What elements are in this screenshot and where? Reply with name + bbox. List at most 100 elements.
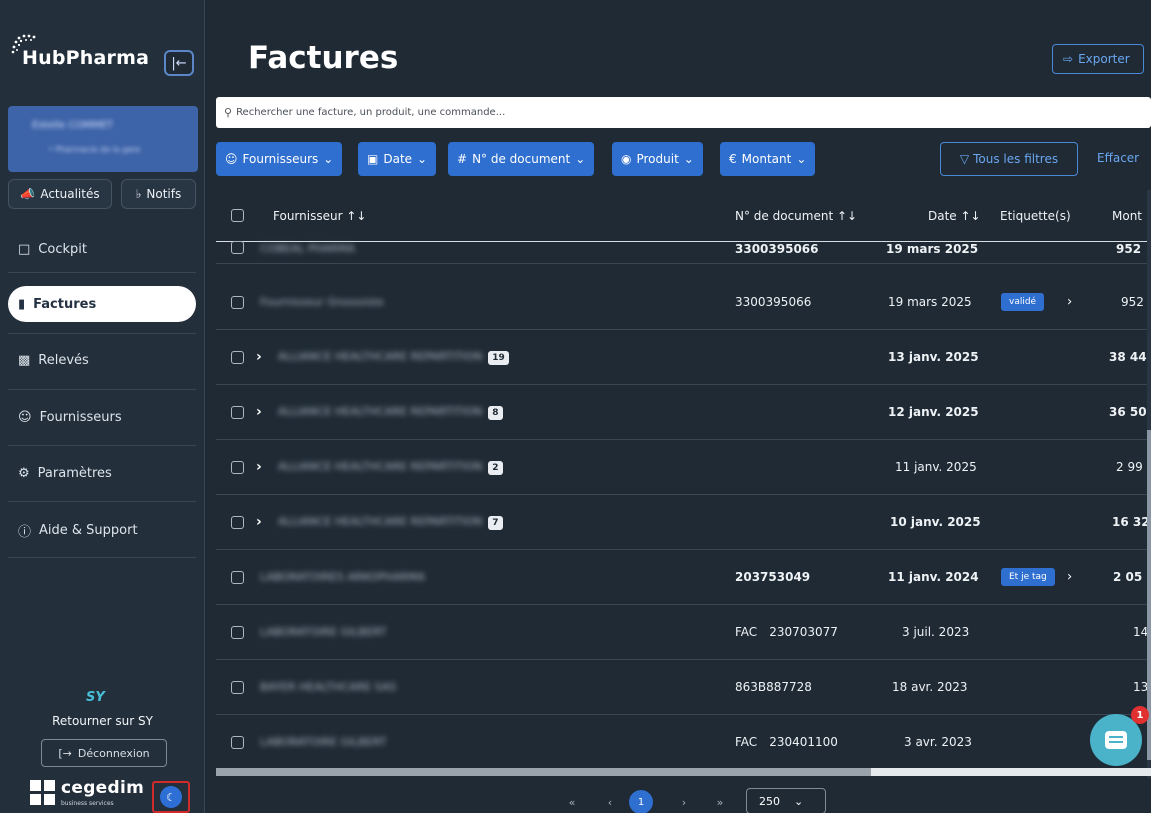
collapse-icon: |← <box>171 55 187 71</box>
search-input[interactable] <box>236 107 937 118</box>
all-filters-button[interactable]: ▽ Tous les filtres <box>940 142 1078 176</box>
invoice-amount: 952 <box>1121 295 1144 309</box>
clipboard-icon: ▩ <box>18 352 31 368</box>
sidebar-item-label: Relevés <box>38 352 89 368</box>
page-size-select[interactable]: 250 ⌄ <box>746 788 826 813</box>
clear-filters-link[interactable]: Effacer <box>1097 151 1139 165</box>
row-checkbox[interactable] <box>231 296 244 309</box>
horizontal-scroll-thumb[interactable] <box>216 768 871 776</box>
calendar-icon: ▣ <box>367 152 379 166</box>
theme-toggle-button[interactable]: ☾ <box>152 781 190 813</box>
supplier-group: ALLIANCE HEALTHCARE REPARTITION 7 <box>278 514 503 530</box>
expand-row-icon[interactable]: › <box>256 459 262 475</box>
row-checkbox[interactable] <box>231 516 244 529</box>
chevron-down-icon: ⌄ <box>796 152 807 166</box>
table-row[interactable]: LABORATOIRE GILBERT FAC 230401100 3 avr.… <box>216 715 1151 770</box>
document-number: 3300395066 <box>735 242 819 256</box>
column-header-date[interactable]: Date ↑↓ <box>928 209 981 223</box>
hash-icon: # <box>457 152 468 166</box>
chat-icon <box>1105 731 1127 749</box>
sidebar-item-aide-support[interactable]: ⓘ Aide & Support <box>8 512 196 548</box>
expand-row-icon[interactable]: › <box>256 514 262 530</box>
filter-fournisseurs[interactable]: ☺ Fournisseurs ⌄ <box>216 142 343 176</box>
export-button[interactable]: ⇨ Exporter <box>1052 44 1144 74</box>
table-row[interactable]: COBEAL PHARMA 3300395066 19 mars 2025 95… <box>216 234 1151 264</box>
sidebar-item-parametres[interactable]: ⚙ Paramètres <box>8 455 196 491</box>
chevron-right-icon[interactable]: › <box>1067 570 1072 585</box>
collapse-sidebar-button[interactable]: |← <box>164 50 194 76</box>
app-root: HubPharma |← Estelle COMMET • Pharmacie … <box>0 0 1151 813</box>
sidebar-item-label: Aide & Support <box>39 522 138 538</box>
sidebar-divider <box>8 501 196 502</box>
logout-button[interactable]: [→ Déconnexion <box>41 739 167 767</box>
filter-produit[interactable]: ◉ Produit ⌄ <box>612 142 703 176</box>
invoice-date: 11 janv. 2024 <box>888 570 979 584</box>
filter-document-number[interactable]: # N° de document ⌄ <box>448 142 595 176</box>
table-row[interactable]: › ALLIANCE HEALTHCARE REPARTITION 2 11 ja… <box>216 440 1151 495</box>
invoice-date: 18 avr. 2023 <box>892 680 968 694</box>
row-checkbox[interactable] <box>231 351 244 364</box>
supplier-name: ALLIANCE HEALTHCARE REPARTITION <box>278 405 483 418</box>
select-all-checkbox[interactable] <box>231 209 244 222</box>
column-header-document[interactable]: N° de document ↑↓ <box>735 209 857 223</box>
table-row[interactable]: › ALLIANCE HEALTHCARE REPARTITION 7 10 ja… <box>216 495 1151 550</box>
row-checkbox[interactable] <box>231 461 244 474</box>
column-header-montant[interactable]: Mont <box>1112 209 1142 223</box>
table-row[interactable]: LABORATOIRE GILBERT FAC 230703077 3 juil… <box>216 605 1151 660</box>
tag-badge[interactable]: Et je tag <box>1001 568 1055 586</box>
all-filters-label: Tous les filtres <box>973 152 1059 166</box>
first-page-button[interactable]: « <box>566 790 578 813</box>
news-button[interactable]: 📣 Actualités <box>8 179 112 209</box>
back-to-sy-link[interactable]: Retourner sur SY <box>0 714 205 728</box>
current-page-button[interactable]: 1 <box>629 790 653 813</box>
news-label: Actualités <box>40 187 100 201</box>
table-row[interactable]: LABORATOIRES ARKOPHARMA 203753049 11 jan… <box>216 550 1151 605</box>
row-checkbox[interactable] <box>231 681 244 694</box>
brand: HubPharma |← <box>10 28 200 92</box>
table-row[interactable]: BAYER HEALTHCARE SAS 863B887728 18 avr. … <box>216 660 1151 715</box>
notifications-button[interactable]: ♭ Notifs <box>121 179 196 209</box>
row-checkbox[interactable] <box>231 571 244 584</box>
bell-icon: ♭ <box>135 187 142 201</box>
expand-row-icon[interactable]: › <box>256 404 262 420</box>
invoice-count-badge: 19 <box>488 351 509 365</box>
page-title: Factures <box>248 40 399 76</box>
sidebar-item-fournisseurs[interactable]: ☺ Fournisseurs <box>8 399 196 435</box>
supplier-name: BAYER HEALTHCARE SAS <box>260 680 397 694</box>
table-row[interactable]: › ALLIANCE HEALTHCARE REPARTITION 19 13 j… <box>216 330 1151 385</box>
search-bar[interactable]: ⚲ <box>216 97 1151 128</box>
filter-label: Montant <box>741 152 792 166</box>
cegedim-square-icon <box>30 780 41 791</box>
next-page-button[interactable]: › <box>678 790 690 813</box>
sidebar-item-label: Cockpit <box>38 241 87 257</box>
supplier-name: LABORATOIRE GILBERT <box>260 735 387 749</box>
tag-badge[interactable]: validé <box>1001 293 1045 311</box>
prev-page-button[interactable]: ‹ <box>604 790 616 813</box>
filter-montant[interactable]: € Montant ⌄ <box>720 142 816 176</box>
sidebar-divider <box>8 333 196 334</box>
sidebar-item-factures[interactable]: ▮ Factures <box>8 286 196 322</box>
row-checkbox[interactable] <box>231 406 244 419</box>
invoice-amount: 38 44 <box>1109 350 1147 364</box>
row-checkbox[interactable] <box>231 241 244 254</box>
row-checkbox[interactable] <box>231 626 244 639</box>
row-checkbox[interactable] <box>231 736 244 749</box>
last-page-button[interactable]: » <box>714 790 726 813</box>
cegedim-square-icon <box>44 780 55 791</box>
table-row[interactable]: › ALLIANCE HEALTHCARE REPARTITION 8 12 ja… <box>216 385 1151 440</box>
filter-label: N° de document <box>472 152 571 166</box>
help-icon: ⓘ <box>18 524 32 540</box>
invoice-date: 11 janv. 2025 <box>895 460 977 474</box>
page-size-value: 250 <box>759 794 780 808</box>
sidebar-item-cockpit[interactable]: □ Cockpit <box>8 231 196 267</box>
invoice-date: 10 janv. 2025 <box>890 515 981 529</box>
chevron-right-icon[interactable]: › <box>1067 295 1072 310</box>
column-header-fournisseur[interactable]: Fournisseur ↑↓ <box>273 209 366 223</box>
expand-row-icon[interactable]: › <box>256 349 262 365</box>
user-card[interactable]: Estelle COMMET • Pharmacie de la gare <box>8 106 198 172</box>
filter-date[interactable]: ▣ Date ⌄ <box>358 142 437 176</box>
table-row[interactable]: Fournisseur Grosssiste 3300395066 19 mar… <box>216 275 1151 330</box>
document-number: FAC 230703077 <box>735 625 838 639</box>
filter-label: Produit <box>636 152 679 166</box>
sidebar-item-releves[interactable]: ▩ Relevés <box>8 342 196 378</box>
